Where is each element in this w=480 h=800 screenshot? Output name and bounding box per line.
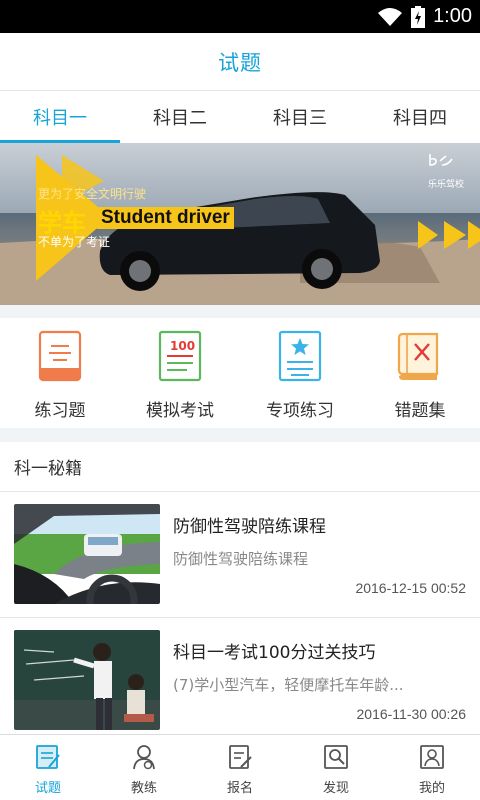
status-bar: 1:00 — [0, 0, 480, 33]
banner-tagline-2: 不单为了考证 — [38, 235, 111, 249]
article-summary: (7)学小型汽车，轻便摩托车年龄... — [173, 676, 404, 694]
brand-logo: 乐乐驾校 — [428, 153, 464, 190]
driving-scene-image — [14, 504, 160, 604]
tab-subject-two[interactable]: 科目二 — [120, 91, 240, 143]
nav-signup[interactable]: 报名 — [192, 735, 288, 800]
nav-mine[interactable]: 我的 — [384, 735, 480, 800]
subject-tabs: 科目一 科目二 科目三 科目四 — [0, 91, 480, 143]
promo-banner[interactable]: 更为了安全文明行驶 学车 Student driver 不单为了考证 乐乐驾校 — [0, 143, 480, 305]
banner-headline-en: Student driver — [97, 207, 234, 229]
practice-button[interactable]: 练习题 — [0, 318, 120, 428]
wrong-answers-label: 错题集 — [394, 401, 446, 421]
practice-label: 练习题 — [34, 401, 86, 421]
nav-coach[interactable]: 教练 — [96, 735, 192, 800]
classroom-image — [14, 630, 160, 730]
bottom-navigation: 试题 教练 报名 发现 我的 — [0, 734, 480, 800]
status-time: 1:00 — [433, 5, 472, 27]
tab-subject-three[interactable]: 科目三 — [240, 91, 360, 143]
star-document-icon — [278, 330, 322, 382]
profile-icon — [420, 745, 444, 769]
article-title: 科目一考试100分过关技巧 — [173, 643, 376, 663]
special-practice-label: 专项练习 — [266, 401, 334, 421]
app-screen: 1:00 试题 科目一 科目二 科目三 科目四 更为了安全文明行驶 学车 Stu… — [0, 0, 480, 800]
battery-charging-icon — [411, 5, 426, 28]
article-summary: 防御性驾驶陪练课程 — [173, 550, 309, 568]
notebook-icon — [38, 330, 82, 382]
article-date: 2016-11-30 00:26 — [356, 706, 467, 722]
nav-signup-label: 报名 — [226, 781, 253, 796]
tab-subject-four[interactable]: 科目四 — [360, 91, 480, 143]
question-sheet-icon — [36, 745, 60, 769]
nav-questions-label: 试题 — [34, 781, 61, 796]
article-thumbnail — [14, 504, 160, 604]
exam-paper-icon: 100 — [158, 330, 202, 382]
signup-form-icon — [229, 745, 252, 769]
banner-tagline-1: 更为了安全文明行驶 — [38, 187, 147, 201]
wifi-icon — [378, 7, 403, 26]
discover-search-icon — [324, 745, 348, 769]
article-item[interactable]: 科目一考试100分过关技巧 (7)学小型汽车，轻便摩托车年龄... 2016-1… — [0, 618, 480, 744]
article-thumbnail — [14, 630, 160, 730]
section-title: 科一秘籍 — [14, 459, 82, 479]
feature-grid: 练习题 100 模拟考试 专项练习 错题集 — [0, 318, 480, 428]
title-bar: 试题 — [0, 33, 480, 91]
page-title: 试题 — [218, 50, 262, 75]
section-header: 科一秘籍 — [0, 442, 480, 492]
wrong-book-icon — [397, 332, 439, 380]
special-practice-button[interactable]: 专项练习 — [240, 318, 360, 428]
wrong-answers-button[interactable]: 错题集 — [360, 318, 480, 428]
article-title: 防御性驾驶陪练课程 — [173, 517, 326, 537]
brand-logo-icon — [429, 154, 453, 166]
status-icons: 1:00 — [377, 0, 472, 33]
mock-exam-button[interactable]: 100 模拟考试 — [120, 318, 240, 428]
mock-exam-label: 模拟考试 — [146, 401, 214, 421]
article-item[interactable]: 防御性驾驶陪练课程 防御性驾驶陪练课程 2016-12-15 00:52 — [0, 492, 480, 618]
nav-questions[interactable]: 试题 — [0, 735, 96, 800]
brand-logo-text: 乐乐驾校 — [427, 180, 464, 190]
coach-icon — [133, 745, 155, 770]
article-date: 2016-12-15 00:52 — [355, 580, 466, 596]
nav-discover[interactable]: 发现 — [288, 735, 384, 800]
tab-subject-one[interactable]: 科目一 — [0, 91, 120, 143]
nav-discover-label: 发现 — [322, 781, 349, 796]
svg-text:100: 100 — [170, 339, 195, 353]
nav-mine-label: 我的 — [418, 781, 445, 796]
nav-coach-label: 教练 — [130, 781, 157, 796]
